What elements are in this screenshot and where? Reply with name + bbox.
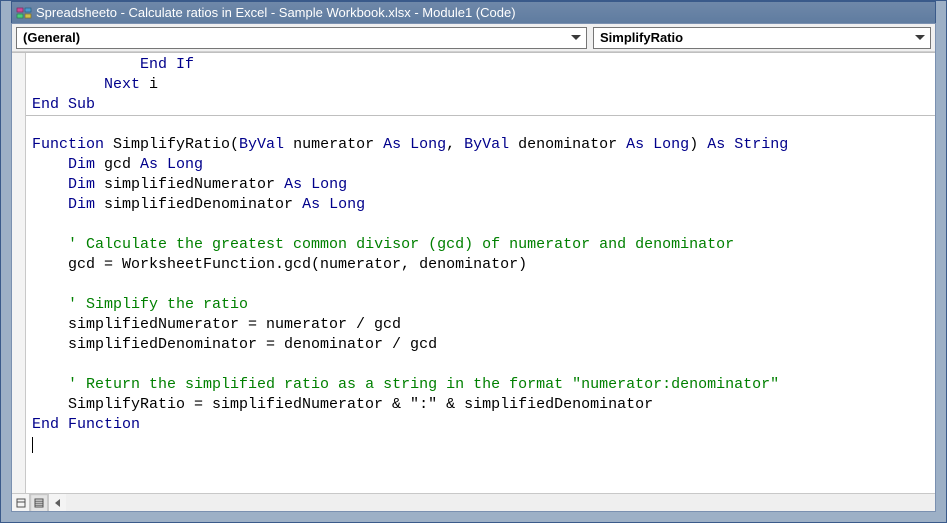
view-toggle-group	[12, 494, 49, 511]
chevron-down-icon	[568, 29, 584, 47]
code-area: End If Next i End Sub Function SimplifyR…	[12, 52, 935, 493]
scroll-track[interactable]	[66, 494, 935, 511]
bottom-strip	[12, 493, 935, 511]
procedure-dropdown-value: SimplifyRatio	[600, 30, 683, 45]
chevron-down-icon	[912, 29, 928, 47]
scroll-left-arrow-icon[interactable]	[49, 494, 66, 511]
object-dropdown-value: (General)	[23, 30, 80, 45]
code-window-frame: (General) SimplifyRatio End If Next i En…	[11, 23, 936, 512]
object-procedure-bar: (General) SimplifyRatio	[12, 24, 935, 52]
full-module-view-button[interactable]	[30, 494, 48, 511]
code-viewport[interactable]: End If Next i End Sub Function SimplifyR…	[26, 53, 935, 493]
object-dropdown[interactable]: (General)	[16, 27, 587, 49]
titlebar[interactable]: Spreadsheeto - Calculate ratios in Excel…	[11, 1, 936, 23]
text-caret	[32, 437, 33, 453]
procedure-dropdown[interactable]: SimplifyRatio	[593, 27, 931, 49]
margin-indicator-bar[interactable]	[12, 53, 26, 493]
module-icon	[16, 5, 32, 21]
horizontal-scrollbar[interactable]	[49, 494, 935, 511]
mdi-child-window: Spreadsheeto - Calculate ratios in Excel…	[0, 0, 947, 523]
window-title: Spreadsheeto - Calculate ratios in Excel…	[36, 5, 516, 20]
procedure-separator	[26, 115, 935, 116]
code-text[interactable]: End If Next i End Sub Function SimplifyR…	[26, 53, 935, 457]
procedure-view-button[interactable]	[12, 494, 30, 511]
